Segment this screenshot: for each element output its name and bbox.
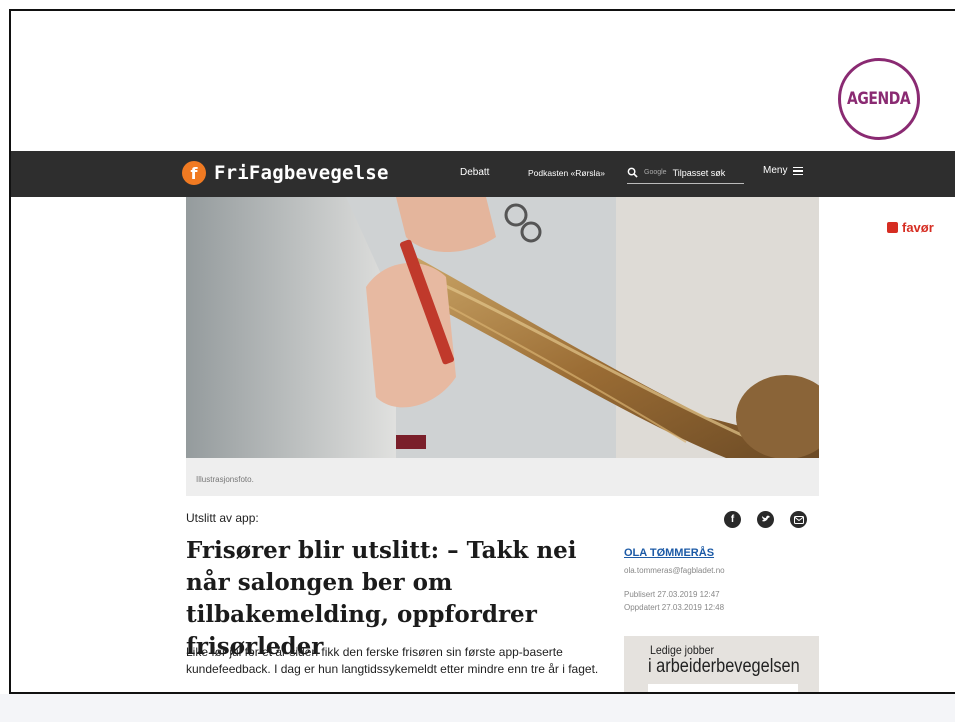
updated-date: Oppdatert 27.03.2019 12:48 — [624, 603, 725, 612]
article-hero-image — [186, 197, 819, 458]
nav-link-podkasten[interactable]: Podkasten «Rørsla» — [528, 168, 605, 178]
author-link[interactable]: OLA TØMMERÅS — [624, 547, 714, 559]
jobs-ad-search-field[interactable] — [648, 684, 798, 692]
published-date: Publisert 27.03.2019 12:47 — [624, 590, 720, 599]
jobs-ad[interactable]: Ledige jobber i arbeiderbevegelsen — [624, 636, 819, 692]
slide-frame-left — [9, 9, 11, 693]
image-caption-bar — [186, 458, 819, 496]
search-provider: Google — [644, 169, 667, 176]
site-name: FriFagbevegelse — [214, 162, 389, 184]
facebook-icon[interactable]: f — [724, 511, 741, 528]
partner-logo[interactable]: favør — [887, 220, 934, 235]
site-logo[interactable]: f FriFagbevegelse — [182, 161, 389, 185]
author-email[interactable]: ola.tommeras@fagbladet.no — [624, 566, 725, 575]
hamburger-icon — [793, 166, 804, 175]
slide-footer-area — [0, 694, 955, 722]
article-kicker: Utslitt av app: — [186, 511, 259, 525]
search-placeholder: Tilpasset søk — [672, 167, 726, 178]
share-buttons: f — [724, 511, 807, 528]
slide: AGENDA f FriFagbevegelse Debatt Podkaste… — [0, 0, 955, 722]
agenda-badge-label: AGENDA — [847, 89, 911, 109]
favor-logo-icon — [887, 222, 898, 233]
email-icon[interactable] — [790, 511, 807, 528]
twitter-icon[interactable] — [757, 511, 774, 528]
menu-button[interactable]: Meny — [763, 165, 804, 176]
partner-name: favør — [902, 220, 934, 235]
search-icon — [627, 167, 638, 178]
slide-frame-top — [9, 9, 955, 11]
jobs-ad-line1: Ledige jobber — [650, 643, 715, 657]
article-lead: Like før jul for et år siden fikk den fe… — [186, 645, 599, 676]
nav-link-debatt[interactable]: Debatt — [460, 167, 489, 178]
logo-icon: f — [182, 161, 206, 185]
image-caption: Illustrasjonsfoto. — [196, 475, 254, 484]
menu-label: Meny — [763, 165, 788, 176]
jobs-ad-line2: i arbeiderbevegelsen — [648, 656, 800, 677]
agenda-badge: AGENDA — [838, 58, 920, 140]
hair-cutting-photo — [186, 197, 819, 458]
search-field[interactable]: Google Tilpasset søk — [627, 162, 744, 184]
